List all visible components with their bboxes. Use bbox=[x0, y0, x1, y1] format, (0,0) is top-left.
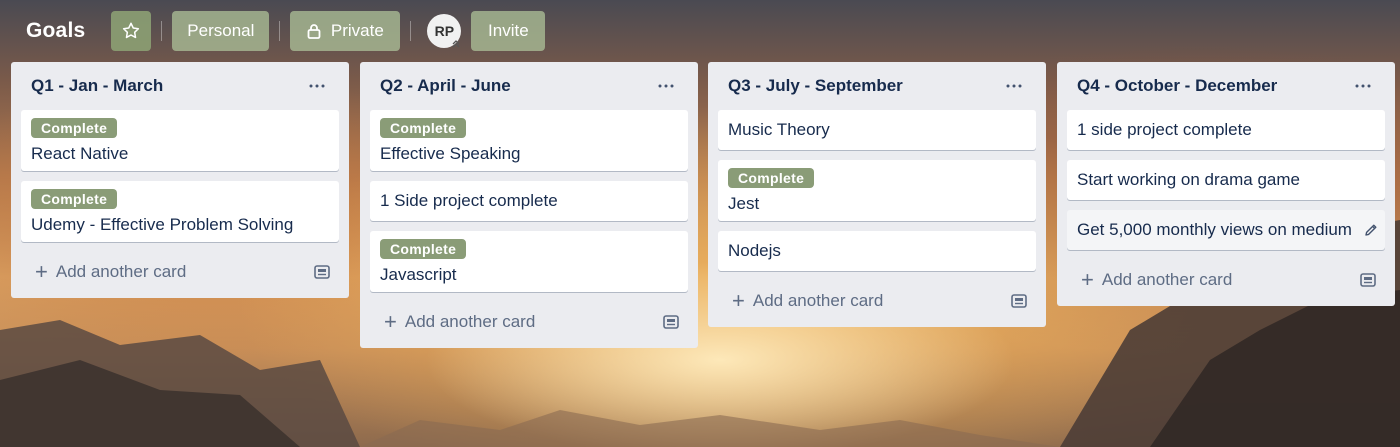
card-label-complete: Complete bbox=[728, 168, 815, 188]
add-card-button[interactable]: + Add another card bbox=[384, 311, 535, 333]
member-avatar[interactable]: RP bbox=[427, 14, 463, 51]
add-card-row: + Add another card bbox=[718, 281, 1036, 321]
list-title[interactable]: Q2 - April - June bbox=[380, 76, 511, 96]
card-title: 1 side project complete bbox=[1077, 120, 1252, 139]
invite-button[interactable]: Invite bbox=[471, 11, 546, 51]
card[interactable]: 1 side project complete bbox=[1067, 110, 1385, 150]
list-q1: Q1 - Jan - March Complete React Native C… bbox=[11, 62, 349, 298]
card-template-icon[interactable] bbox=[313, 263, 331, 281]
plus-icon: + bbox=[384, 309, 397, 334]
card-template-icon[interactable] bbox=[1359, 271, 1377, 289]
plus-icon: + bbox=[1081, 267, 1094, 292]
list-q3: Q3 - July - September Music Theory Compl… bbox=[708, 62, 1046, 327]
add-card-row: + Add another card bbox=[1067, 260, 1385, 300]
card[interactable]: Complete Udemy - Effective Problem Solvi… bbox=[21, 181, 339, 242]
lock-icon bbox=[307, 23, 321, 39]
admin-chevron-icon bbox=[449, 37, 463, 51]
add-card-label: Add another card bbox=[1101, 270, 1233, 289]
card-title: Get 5,000 monthly views on medium bbox=[1077, 220, 1352, 239]
add-card-row: + Add another card bbox=[370, 302, 688, 342]
card[interactable]: Nodejs bbox=[718, 231, 1036, 271]
card-template-icon[interactable] bbox=[1010, 292, 1028, 310]
card[interactable]: Complete Effective Speaking bbox=[370, 110, 688, 171]
add-card-label: Add another card bbox=[55, 262, 187, 281]
card[interactable]: Music Theory bbox=[718, 110, 1036, 150]
card[interactable]: Complete Jest bbox=[718, 160, 1036, 221]
card-title: Start working on drama game bbox=[1077, 170, 1300, 189]
card-title: Jest bbox=[728, 194, 760, 213]
card-title: Effective Speaking bbox=[380, 144, 521, 163]
card[interactable]: Complete React Native bbox=[21, 110, 339, 171]
pencil-icon[interactable] bbox=[1363, 222, 1379, 238]
privacy-button[interactable]: Private bbox=[290, 11, 401, 51]
list-title[interactable]: Q3 - July - September bbox=[728, 76, 903, 96]
list-title[interactable]: Q4 - October - December bbox=[1077, 76, 1277, 96]
board-header: Goals Personal Private RP Invite bbox=[0, 0, 1400, 62]
plus-icon: + bbox=[732, 288, 745, 313]
list-header: Q4 - October - December bbox=[1067, 62, 1385, 110]
list-menu-icon[interactable] bbox=[1002, 74, 1026, 98]
add-card-label: Add another card bbox=[404, 312, 536, 331]
board-title[interactable]: Goals bbox=[26, 19, 85, 43]
card-title: 1 Side project complete bbox=[380, 191, 558, 210]
star-button[interactable] bbox=[111, 11, 152, 51]
card-title: Javascript bbox=[380, 265, 457, 284]
header-divider bbox=[410, 21, 412, 41]
list-menu-icon[interactable] bbox=[305, 74, 329, 98]
card[interactable]: Start working on drama game bbox=[1067, 160, 1385, 200]
plus-icon: + bbox=[35, 259, 48, 284]
header-divider bbox=[279, 21, 281, 41]
card-label-complete: Complete bbox=[380, 239, 467, 259]
privacy-label: Private bbox=[330, 21, 384, 40]
header-divider bbox=[161, 21, 163, 41]
list-menu-icon[interactable] bbox=[1351, 74, 1375, 98]
card-title: Music Theory bbox=[728, 120, 830, 139]
list-menu-icon[interactable] bbox=[654, 74, 678, 98]
add-card-label: Add another card bbox=[752, 291, 884, 310]
list-title[interactable]: Q1 - Jan - March bbox=[31, 76, 163, 96]
list-q2: Q2 - April - June Complete Effective Spe… bbox=[360, 62, 698, 348]
card-label-complete: Complete bbox=[31, 189, 118, 209]
card-label-complete: Complete bbox=[380, 118, 467, 138]
add-card-button[interactable]: + Add another card bbox=[1081, 269, 1232, 291]
card-template-icon[interactable] bbox=[662, 313, 680, 331]
list-header: Q3 - July - September bbox=[718, 62, 1036, 110]
add-card-button[interactable]: + Add another card bbox=[35, 261, 186, 283]
card[interactable]: Complete Javascript bbox=[370, 231, 688, 292]
list-q4: Q4 - October - December 1 side project c… bbox=[1057, 62, 1395, 306]
list-header: Q1 - Jan - March bbox=[21, 62, 339, 110]
card-title: Udemy - Effective Problem Solving bbox=[31, 215, 294, 234]
card-title: Nodejs bbox=[728, 241, 781, 260]
card-hovered[interactable]: Get 5,000 monthly views on medium bbox=[1067, 210, 1385, 250]
card-title: React Native bbox=[31, 144, 129, 163]
add-card-row: + Add another card bbox=[21, 252, 339, 292]
star-icon bbox=[123, 22, 140, 39]
team-visibility-button[interactable]: Personal bbox=[172, 11, 270, 51]
list-header: Q2 - April - June bbox=[370, 62, 688, 110]
card[interactable]: 1 Side project complete bbox=[370, 181, 688, 221]
card-label-complete: Complete bbox=[31, 118, 118, 138]
add-card-button[interactable]: + Add another card bbox=[732, 290, 883, 312]
